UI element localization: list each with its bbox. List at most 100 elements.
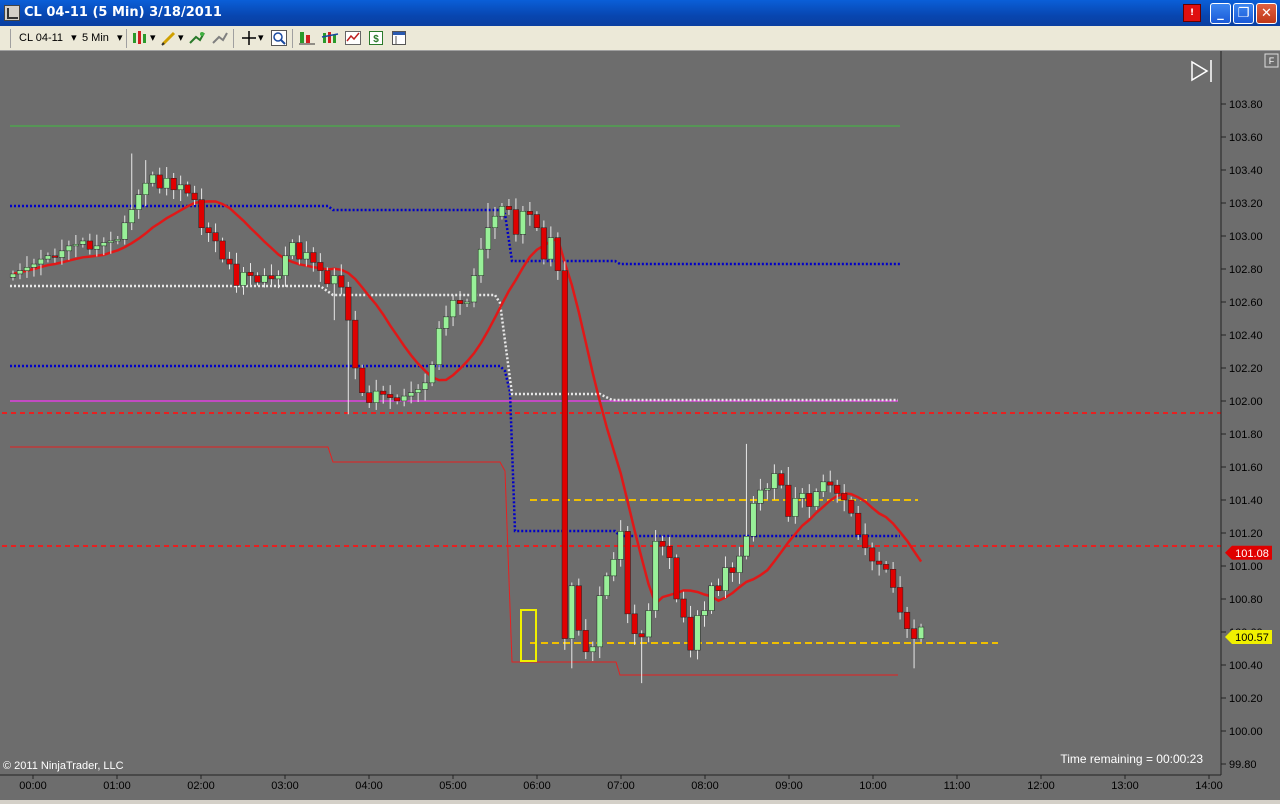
up-candle <box>30 263 38 268</box>
chevron-down-icon[interactable]: ▾ <box>178 29 184 47</box>
y-tick-label: 103.40 <box>1229 165 1263 177</box>
crosshair-icon[interactable] <box>240 29 258 47</box>
down-candle <box>219 240 226 260</box>
down-candle <box>904 611 911 629</box>
y-tick-label: 102.40 <box>1229 330 1263 342</box>
pencil-draw-icon[interactable] <box>160 29 178 47</box>
zoom-icon[interactable] <box>270 29 288 47</box>
x-tick-label: 02:00 <box>187 780 215 792</box>
down-candle <box>366 392 373 403</box>
down-candle <box>310 252 317 263</box>
down-candle <box>526 211 533 215</box>
up-candle <box>114 239 121 242</box>
up-candle <box>289 242 296 257</box>
down-candle <box>51 255 58 258</box>
x-tick-label: 06:00 <box>523 780 551 792</box>
properties-icon[interactable] <box>390 29 408 47</box>
down-candle <box>638 633 645 638</box>
add-indicator-icon[interactable] <box>188 29 206 47</box>
interval-selector[interactable]: 5 Min ▾ <box>82 29 123 47</box>
red-low-line <box>10 446 898 676</box>
x-tick-label: 03:00 <box>271 780 299 792</box>
down-candle <box>869 547 876 562</box>
minimize-button[interactable]: _ <box>1210 3 1231 24</box>
toolbar-separator <box>126 29 127 48</box>
panel-tag[interactable]: F <box>1264 53 1279 68</box>
maximize-button[interactable]: ❐ <box>1233 3 1254 24</box>
up-candle <box>918 626 925 639</box>
x-tick-label: 04:00 <box>355 780 383 792</box>
up-candle <box>44 255 51 260</box>
down-candle <box>834 484 841 494</box>
indicators-icon[interactable] <box>321 29 339 47</box>
y-tick-label: 102.20 <box>1229 363 1263 375</box>
up-candle <box>799 493 806 499</box>
up-candle <box>771 473 778 489</box>
chart-panel[interactable]: 103.80 103.60 103.40 103.20 103.00 102.80 102.… <box>0 51 1280 800</box>
x-tick-label: 10:00 <box>859 780 887 792</box>
down-candle <box>86 240 93 250</box>
up-candle <box>9 273 17 278</box>
chevron-down-icon: ▾ <box>116 32 123 44</box>
chart-toolbar: CL 04-11 ▾ 5 Min ▾ ▾ ▾ ▾ $ <box>0 26 1280 51</box>
up-candle <box>484 227 492 250</box>
up-candle <box>491 215 499 228</box>
chevron-down-icon[interactable]: ▾ <box>150 29 156 47</box>
toolbar-separator <box>292 29 293 48</box>
up-candle <box>547 237 554 260</box>
down-candle <box>848 499 855 514</box>
save-icon[interactable]: $ <box>367 29 385 47</box>
up-candle <box>470 275 478 303</box>
up-candle <box>373 390 380 403</box>
y-tick-label: 103.20 <box>1229 198 1263 210</box>
down-candle <box>184 184 191 194</box>
up-candle <box>792 498 799 517</box>
instrument-selector[interactable]: CL 04-11 ▾ <box>19 29 77 47</box>
close-button[interactable]: ✕ <box>1256 3 1277 24</box>
up-candle <box>331 275 338 285</box>
toolbar-grip <box>10 29 11 48</box>
down-candle <box>715 585 722 591</box>
chart-window-icon <box>4 5 20 21</box>
up-candle <box>93 245 100 250</box>
down-candle <box>540 227 547 260</box>
y-tick-label: 103.60 <box>1229 132 1263 144</box>
down-candle <box>512 209 519 235</box>
y-tick-label: 100.20 <box>1229 693 1263 705</box>
window-title: CL 04-11 (5 Min) 3/18/2011 <box>24 5 222 20</box>
up-candle <box>429 364 436 384</box>
interval-label: 5 Min <box>82 32 109 44</box>
chart-style-icon[interactable] <box>131 29 149 47</box>
up-candle <box>694 615 701 651</box>
highlight-box-layer <box>520 609 537 662</box>
down-candle <box>666 545 673 559</box>
up-candle <box>163 178 170 189</box>
y-tick-label: 103.00 <box>1229 231 1263 243</box>
down-candle <box>687 616 694 651</box>
y-tick-label: 101.00 <box>1229 561 1263 573</box>
up-candle <box>72 244 79 247</box>
svg-text:$: $ <box>373 34 379 45</box>
price-chart[interactable]: 103.80 103.60 103.40 103.20 103.00 102.80 102.… <box>0 51 1280 800</box>
down-candle <box>575 585 582 631</box>
data-series-icon[interactable] <box>298 29 316 47</box>
y-tick-label: 101.20 <box>1229 528 1263 540</box>
down-candle <box>533 214 540 229</box>
x-tick-label: 11:00 <box>944 780 971 792</box>
scroll-to-end-icon[interactable] <box>1191 60 1212 82</box>
up-candle <box>498 206 505 217</box>
down-candle <box>554 237 561 271</box>
time-remaining-text: Time remaining = 00:00:23 <box>1060 752 1203 766</box>
up-candle <box>757 489 764 504</box>
up-candle <box>303 252 310 260</box>
down-candle <box>890 569 897 588</box>
signal-highlight-box <box>520 609 537 662</box>
strategies-icon[interactable] <box>344 29 362 47</box>
down-candle <box>456 300 464 304</box>
y-tick-label: 102.80 <box>1229 264 1263 276</box>
down-candle <box>505 206 512 210</box>
remove-drawing-icon[interactable] <box>211 29 229 47</box>
y-tick-label: 102.60 <box>1229 297 1263 309</box>
chevron-down-icon[interactable]: ▾ <box>258 29 264 47</box>
alert-button[interactable]: ! <box>1183 4 1201 22</box>
